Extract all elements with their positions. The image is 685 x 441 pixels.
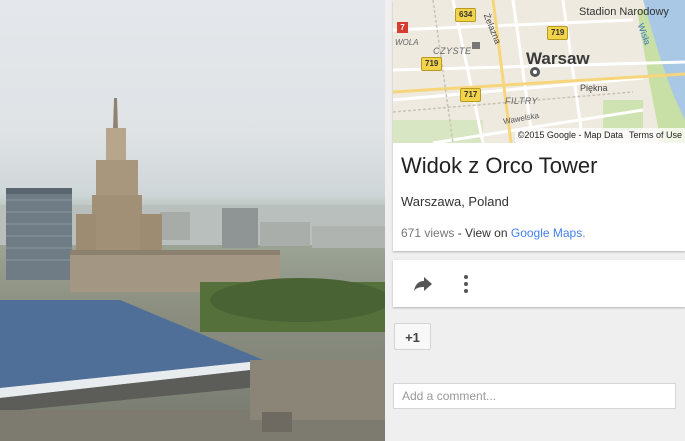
panorama-photo[interactable] [0,0,385,441]
view-count: 671 views [401,226,455,240]
view-period: . [582,226,586,240]
map-copyright: ©2015 Google - Map Data [517,130,623,140]
info-panel: 7 634 719 719 717 Warsaw Stadion Narodow… [385,0,685,441]
photo-location: Warszawa, Poland [401,194,509,209]
view-separator: - [454,226,466,240]
route-shield-719-west: 719 [421,57,443,71]
more-options-button[interactable] [462,274,470,294]
plus-one-button[interactable]: +1 [394,323,431,350]
photo-info-card: 7 634 719 719 717 Warsaw Stadion Narodow… [393,0,685,251]
route-shield-717: 717 [460,88,482,102]
route-shield-719-center: 719 [547,26,569,40]
location-map[interactable]: 7 634 719 719 717 Warsaw Stadion Narodow… [393,0,685,143]
photo-title: Widok z Orco Tower [401,153,598,178]
map-stadium-label: Stadion Narodowy [579,6,669,18]
map-district-wola: WOLA [395,38,419,47]
map-attribution: ©2015 Google - Map Data Terms of Use [514,128,685,143]
action-bar [393,260,685,307]
map-graphics [393,0,685,143]
map-street-piekna: Piękna [580,83,608,93]
map-terms-link[interactable]: Terms of Use [629,130,682,140]
transit-badge: 7 [397,22,408,33]
google-maps-link[interactable]: Google Maps [511,226,582,240]
map-district-filtry: FILTRY [505,96,539,106]
vertical-dots-icon [464,275,468,293]
map-city-label: Warsaw [526,49,590,68]
map-district-czyste: CZYSTE [433,46,472,56]
view-stats: 671 views - View on Google Maps. [401,226,586,240]
comment-input[interactable] [393,383,676,409]
share-arrow-icon [414,277,432,291]
photo-scene [0,98,385,441]
share-button[interactable] [413,276,433,292]
view-on-label: View on [465,226,511,240]
route-shield-634: 634 [455,8,477,22]
